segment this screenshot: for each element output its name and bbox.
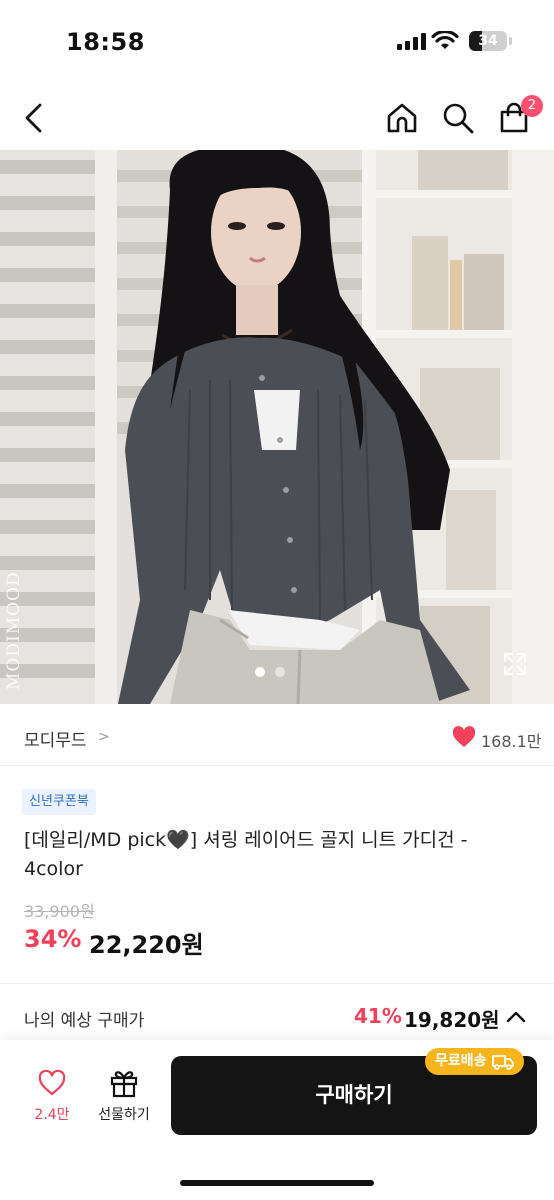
- product-title: [데일리/MD pick🖤] 셔링 레이어드 골지 니트 가디건 - 4colo…: [24, 829, 468, 880]
- gift-button[interactable]: 선물하기: [88, 1068, 160, 1130]
- sale-price: 22,220원: [89, 931, 204, 959]
- expected-price: 19,820원: [404, 1008, 500, 1032]
- heart-outline-icon: [38, 1070, 66, 1096]
- status-time: 18:58: [66, 28, 145, 56]
- home-indicator: [180, 1180, 374, 1186]
- chevron-right-icon: >: [98, 729, 110, 745]
- truck-icon: [491, 1054, 514, 1070]
- discount-rate: 34%: [24, 925, 82, 953]
- expected-discount-rate: 41%: [354, 1004, 402, 1028]
- expand-icon[interactable]: [502, 651, 528, 677]
- status-bar: 18:58 34: [0, 0, 554, 84]
- brand-row[interactable]: 모디무드 > 168.1만: [0, 704, 554, 766]
- back-arrow-icon[interactable]: [14, 98, 54, 138]
- battery-level: 34: [478, 33, 498, 49]
- product-photo: [0, 150, 554, 704]
- brand-name[interactable]: 모디무드: [24, 726, 87, 751]
- coupon-badge[interactable]: 신년쿠폰북: [22, 789, 96, 815]
- section-divider: [0, 983, 554, 984]
- free-shipping-label: 무료배송: [435, 1053, 487, 1069]
- carousel-indicator: [255, 667, 285, 677]
- free-shipping-badge: 무료배송: [425, 1048, 524, 1075]
- wish-button[interactable]: 2.4만: [24, 1070, 80, 1130]
- wifi-icon: [431, 31, 459, 49]
- signal-icon: [397, 33, 426, 50]
- product-image[interactable]: [0, 150, 554, 704]
- home-icon[interactable]: [382, 98, 422, 138]
- original-price: 33,900원: [24, 902, 95, 921]
- wish-count: 2.4만: [34, 1107, 70, 1123]
- battery-tip: [509, 37, 512, 45]
- brand-watermark: MODIMOOD: [4, 571, 24, 690]
- heart-filled-icon: [452, 726, 476, 747]
- top-nav: [0, 84, 554, 150]
- brand-like-count: 168.1만: [481, 732, 542, 751]
- carousel-dot[interactable]: [275, 667, 285, 677]
- cart-count-badge: 2: [521, 95, 543, 117]
- expected-price-label: 나의 예상 구매가: [24, 1011, 145, 1031]
- search-icon[interactable]: [438, 98, 478, 138]
- carousel-dot[interactable]: [255, 667, 265, 677]
- gift-icon: [110, 1071, 138, 1098]
- battery-icon: 34: [469, 31, 507, 51]
- gift-label: 선물하기: [98, 1107, 150, 1123]
- chevron-up-icon[interactable]: [504, 1007, 528, 1027]
